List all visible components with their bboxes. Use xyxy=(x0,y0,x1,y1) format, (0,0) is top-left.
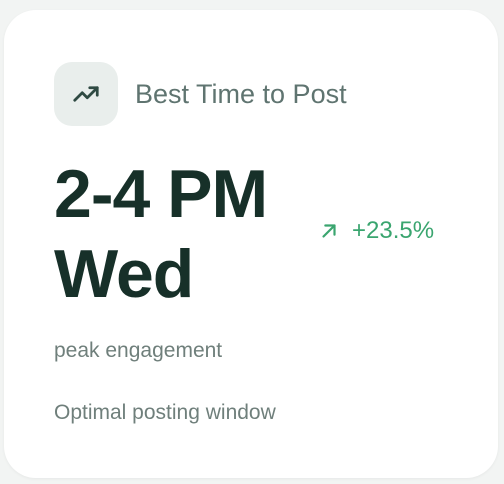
time-range-value: 2-4 PM xyxy=(54,156,268,232)
card-description: Optimal posting window xyxy=(54,401,276,424)
arrow-up-right-icon xyxy=(318,220,340,242)
metric-label: peak engagement xyxy=(54,339,223,362)
trend-indicator: +23.5% xyxy=(318,215,434,247)
trend-value: +23.5% xyxy=(352,217,435,244)
best-time-card: Best Time to Post 2-4 PM Wed +23.5% peak… xyxy=(4,10,498,478)
trending-up-icon xyxy=(54,62,118,126)
day-value: Wed xyxy=(54,236,194,312)
card-title: Best Time to Post xyxy=(135,79,347,109)
